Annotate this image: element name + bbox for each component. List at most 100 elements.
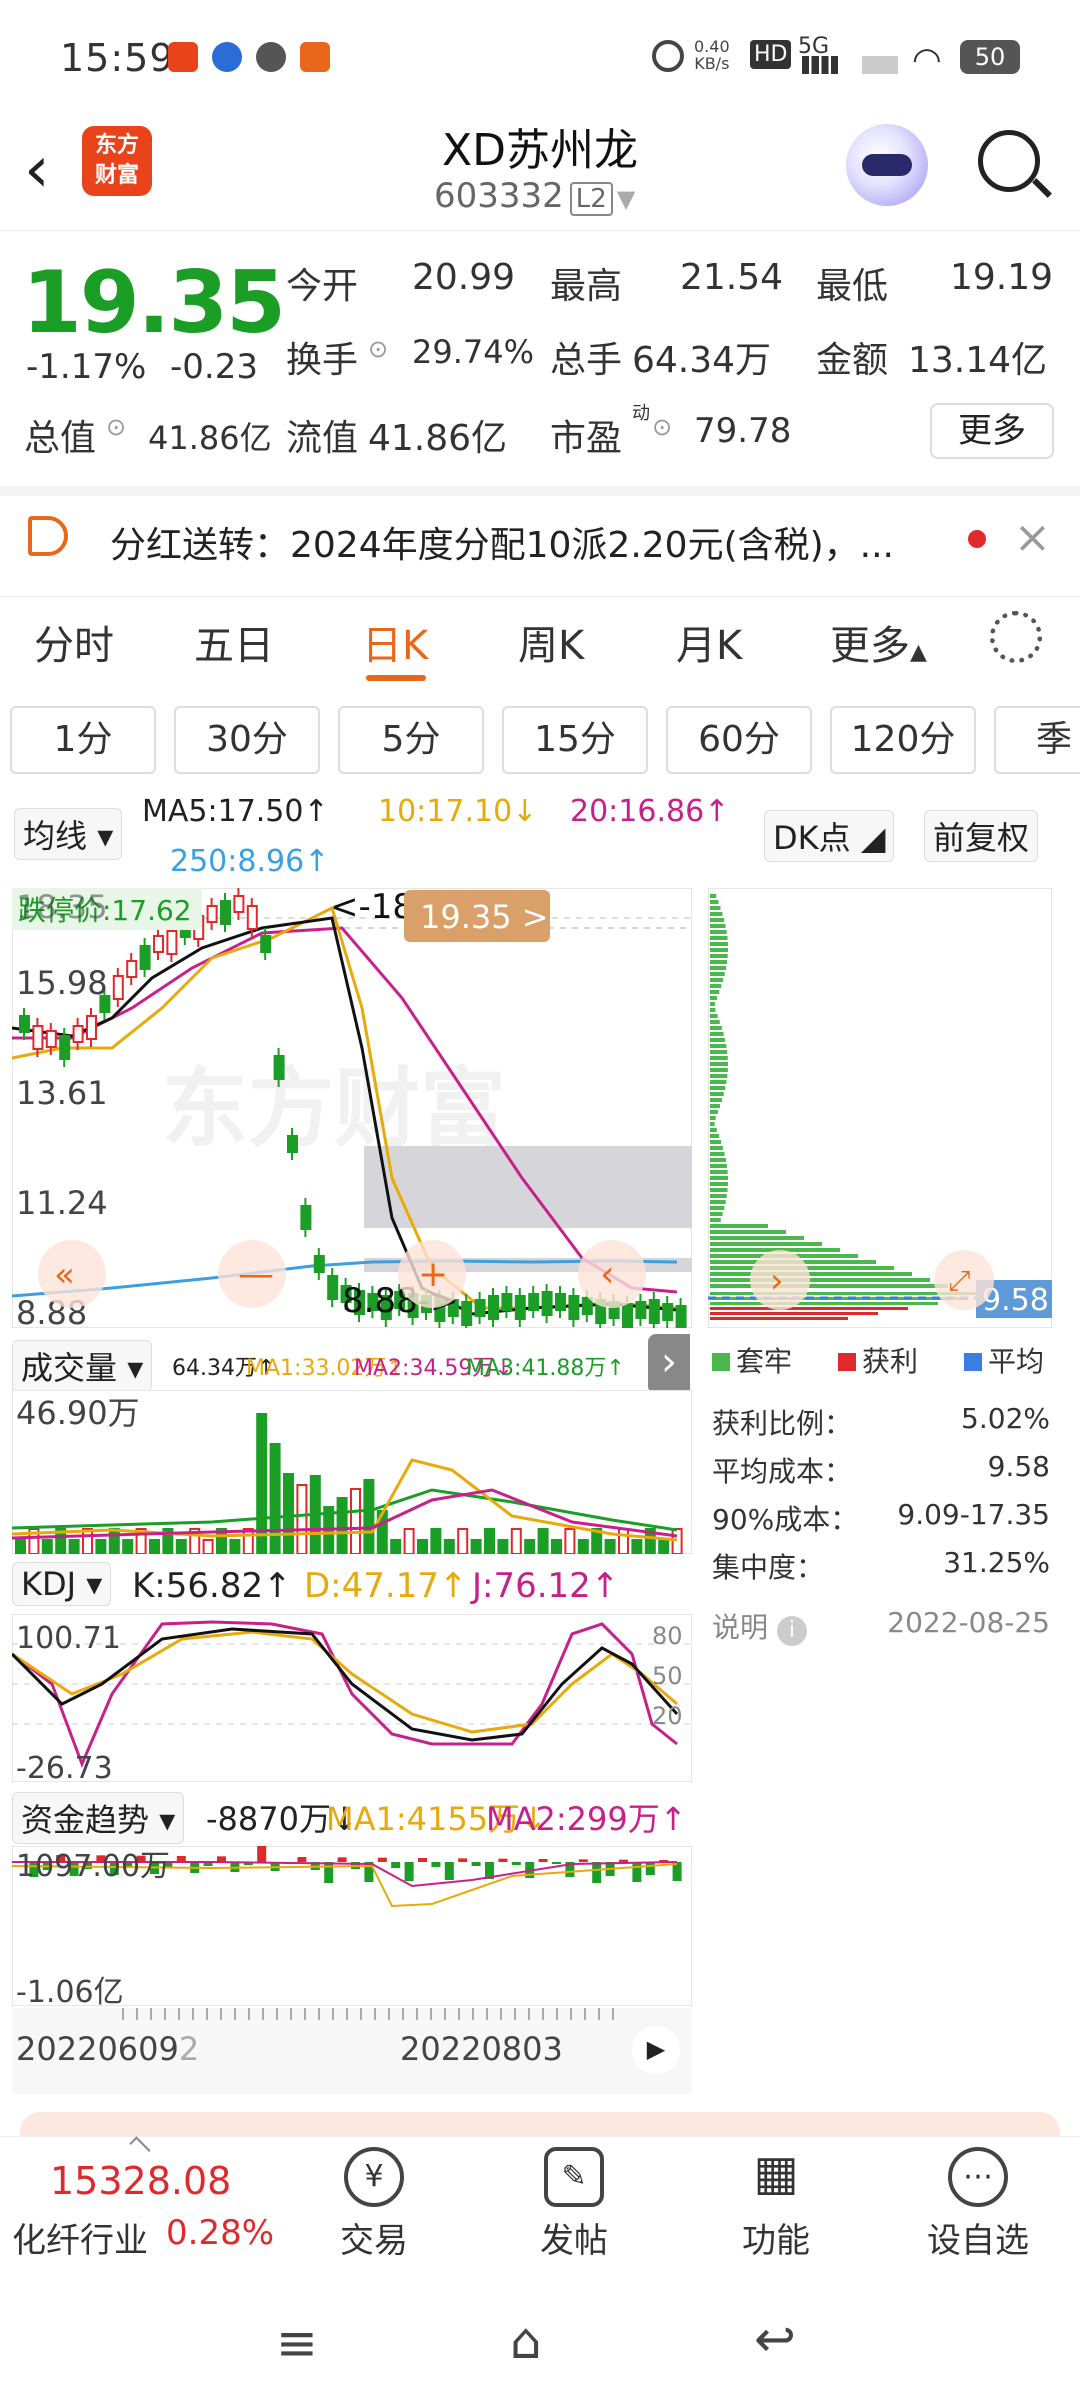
volume-indicator-select[interactable]: 成交量 ▾ [12,1340,153,1392]
tab-five-day[interactable]: 五日 [194,613,274,671]
industry-index-value[interactable]: 15328.08 [50,2159,231,2203]
chip-bar [710,1062,728,1066]
y-tick: 15.98 [16,964,108,1002]
signal2-icon [862,56,898,74]
chip-bar [710,1068,728,1072]
period-30min[interactable]: 30分 [174,706,320,774]
chip-bar [710,1134,720,1138]
kdj-chart[interactable]: 100.71 -26.73 80 50 20 [12,1614,692,1782]
hd-icon: HD [750,40,792,69]
info-icon[interactable]: ⊙ [652,413,672,441]
functions-button[interactable]: ▦ 功能 [716,2147,836,2262]
adjust-select[interactable]: 前复权 [924,810,1039,862]
candlestick-chart[interactable]: 东方财富 跌停价:17.62 <-18.35 19.35 > 8.88-> 18… [12,888,692,1328]
ma20-label: 20:16.86↑ [570,794,730,829]
close-icon[interactable]: × [1014,512,1051,563]
speaker-icon [28,516,68,556]
candle [166,930,178,955]
expand-side-panel-button[interactable]: › [648,1334,690,1394]
level2-badge: L2 [569,182,613,216]
period-15min[interactable]: 15分 [502,706,648,774]
dividend-notice[interactable]: 分红送转：2024年度分配10派2.20元(含税)，... × [0,486,1080,582]
fund-bar [257,1846,267,1862]
concentration-value: 31.25% [943,1546,1050,1579]
tab-weekly-k[interactable]: 周K [518,613,584,671]
chip-bar [710,960,728,964]
kdj-indicator-select[interactable]: KDJ ▾ [12,1562,112,1606]
chip-bar [710,1032,724,1036]
period-5min[interactable]: 5分 [338,706,484,774]
info-icon: i [776,1616,807,1646]
period-1min[interactable]: 1分 [10,706,156,774]
menu-icon[interactable]: ≡ [276,2314,318,2372]
home-icon[interactable]: ⌂ [510,2312,542,2370]
kdj-d: D:47.17↑ [304,1566,468,1606]
more-dots-icon: ⋯ [948,2147,1008,2207]
tab-monthly-k[interactable]: 月K [676,613,742,671]
period-120min[interactable]: 120分 [830,706,976,774]
info-icon[interactable]: ⊙ [106,413,126,441]
volume-bar [551,1539,562,1554]
volume-bar [202,1539,214,1554]
turnover-label: 换手 [286,340,359,381]
chip-bar [710,1307,908,1310]
candle [273,1055,285,1080]
robot-assistant-icon[interactable] [846,124,928,206]
dk-point-select[interactable]: DK点 ◢ [764,810,895,862]
alarm-icon [652,40,684,72]
kdj-k: K:56.82↑ [132,1566,292,1606]
chip-bar [710,996,718,1000]
candle [622,1303,633,1328]
chip-date: 2022-08-25 [887,1606,1050,1639]
back-nav-icon[interactable]: ↩ [754,2310,796,2368]
info-icon[interactable]: ⊙ [368,335,388,363]
tab-more[interactable]: 更多▲ [830,613,927,671]
kdj-y-max: 100.71 [16,1621,121,1656]
turnover-value: 29.74% [412,333,535,371]
stock-code-row[interactable]: 603332 L2 ▼ [434,176,635,216]
tab-daily-k[interactable]: 日K [362,613,428,671]
candle [568,1295,580,1320]
tab-intraday[interactable]: 分时 [34,613,114,671]
add-watchlist-button[interactable]: ⋯ 设自选 [918,2147,1038,2262]
chip-bar [710,1002,715,1006]
candle [287,1135,298,1153]
chip-distribution-chart[interactable]: 9.58 › ⤢ [708,888,1052,1328]
chevron-up-icon[interactable] [129,2136,151,2158]
candle [488,1295,499,1320]
kdj-j: J:76.12↑ [472,1566,620,1606]
candle [72,1025,84,1043]
trade-button[interactable]: ¥ 交易 [314,2147,434,2262]
profit-ratio-value: 5.02% [961,1402,1050,1435]
post-button[interactable]: ✎ 发帖 [514,2147,634,2262]
settings-gear-icon[interactable] [990,611,1042,663]
chip-note[interactable]: 说明 i [712,1606,807,1646]
more-button[interactable]: 更多 [930,403,1054,459]
volume-chart[interactable]: 46.90万 [12,1390,692,1554]
chip-bar [710,1236,804,1240]
fund-trend-select[interactable]: 资金趋势 ▾ [12,1792,185,1844]
ma-indicator-select[interactable]: 均线 ▾ [14,808,123,860]
date-next-button[interactable]: ▶ [632,2026,680,2074]
chip-bar [710,1056,728,1060]
industry-name[interactable]: 化纤行业 [12,2213,148,2262]
chip-bar [710,924,726,928]
chip-bar [710,1170,728,1174]
candle [233,895,245,913]
high-value: 21.54 [680,257,784,298]
period-60min[interactable]: 60分 [666,706,812,774]
chip-bar [710,1146,723,1150]
candle [32,1025,44,1050]
volume-bar [510,1528,522,1554]
industry-change[interactable]: 0.28% [166,2213,274,2253]
volume-bar [296,1484,308,1554]
volume-bar [269,1443,281,1554]
volume-bar [95,1539,107,1554]
period-season[interactable]: 季 [994,706,1080,774]
float-value: 41.86亿 [368,418,508,459]
candle [59,1035,71,1060]
chip-bar [710,1158,726,1162]
chip-bar [710,990,720,994]
fund-trend-chart[interactable]: 1097.00万 -1.06亿 [12,1846,692,2006]
search-icon[interactable] [978,130,1040,192]
